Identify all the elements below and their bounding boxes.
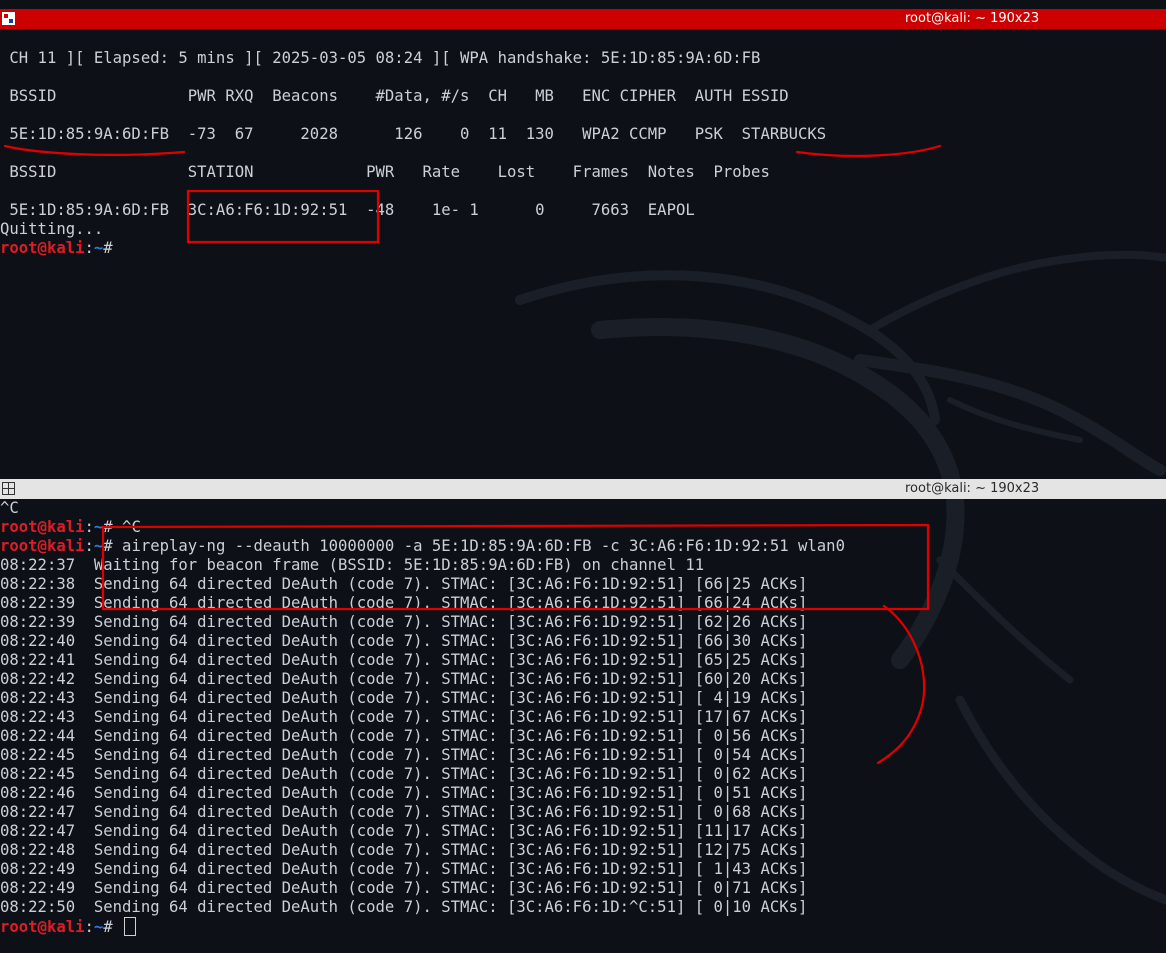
terminal-window-icon	[2, 12, 15, 25]
ctrl-c-line: ^C	[0, 499, 19, 517]
output-line: 08:22:49 Sending 64 directed DeAuth (cod…	[0, 860, 808, 878]
output-line: 08:22:50 Sending 64 directed DeAuth (cod…	[0, 898, 808, 916]
bottom-window-titlebar[interactable]: root@kali: ~ 190x23	[0, 479, 1166, 499]
prompt-hash: #	[103, 518, 113, 536]
bottom-terminal-pane[interactable]: ^C root@kali:~# ^C root@kali:~# aireplay…	[0, 499, 1166, 953]
prompt-path: ~	[93, 518, 104, 536]
output-line: 08:22:49 Sending 64 directed DeAuth (cod…	[0, 879, 808, 897]
split-window-icon	[2, 482, 15, 495]
output-line: 08:22:40 Sending 64 directed DeAuth (cod…	[0, 632, 808, 650]
top-window-titlebar[interactable]: root@kali: ~ 190x23	[0, 9, 1166, 29]
shell-prompt-line: root@kali:~# ^C	[0, 518, 141, 537]
aireplay-command: aireplay-ng --deauth 10000000 -a 5E:1D:8…	[112, 537, 845, 555]
quitting-message: Quitting...	[0, 220, 104, 238]
prompt-hash: #	[103, 239, 113, 257]
output-line: 08:22:45 Sending 64 directed DeAuth (cod…	[0, 746, 808, 764]
prompt-path: ~	[93, 537, 104, 555]
shell-prompt: root@kali:~#	[0, 239, 113, 258]
station-table-header: BSSID STATION PWR Rate Lost Frames Notes…	[0, 163, 770, 181]
output-line: 08:22:42 Sending 64 directed DeAuth (cod…	[0, 670, 808, 688]
ap-table-header: BSSID PWR RXQ Beacons #Data, #/s CH MB E…	[0, 87, 789, 105]
output-line: 08:22:39 Sending 64 directed DeAuth (cod…	[0, 613, 808, 631]
typed-command: ^C	[112, 518, 141, 536]
output-line: 08:22:39 Sending 64 directed DeAuth (cod…	[0, 594, 808, 612]
output-line: 08:22:43 Sending 64 directed DeAuth (cod…	[0, 708, 808, 726]
prompt-user: root@kali	[0, 518, 85, 536]
top-window-title: root@kali: ~ 190x23	[905, 11, 1040, 26]
top-terminal-pane[interactable]: CH 11 ][ Elapsed: 5 mins ][ 2025-03-05 0…	[0, 29, 1166, 479]
prompt-colon: :	[84, 518, 94, 536]
output-line: 08:22:38 Sending 64 directed DeAuth (cod…	[0, 575, 808, 593]
shell-prompt-line: root@kali:~# aireplay-ng --deauth 100000…	[0, 537, 845, 556]
airodump-status-line: CH 11 ][ Elapsed: 5 mins ][ 2025-03-05 0…	[0, 49, 761, 67]
terminal-cursor[interactable]	[124, 917, 137, 936]
prompt-user: root@kali	[0, 239, 85, 257]
output-line: 08:22:37 Waiting for beacon frame (BSSID…	[0, 556, 705, 574]
bottom-window-title: root@kali: ~ 190x23	[905, 481, 1040, 496]
output-line: 08:22:41 Sending 64 directed DeAuth (cod…	[0, 651, 808, 669]
prompt-colon: :	[84, 537, 94, 555]
prompt-colon: :	[84, 239, 94, 257]
prompt-user: root@kali	[0, 537, 85, 555]
output-line: 08:22:46 Sending 64 directed DeAuth (cod…	[0, 784, 808, 802]
prompt-colon: :	[84, 918, 94, 936]
prompt-hash: #	[103, 537, 113, 555]
output-line: 08:22:45 Sending 64 directed DeAuth (cod…	[0, 765, 808, 783]
output-line: 08:22:43 Sending 64 directed DeAuth (cod…	[0, 689, 808, 707]
output-line: 08:22:48 Sending 64 directed DeAuth (cod…	[0, 841, 808, 859]
shell-prompt-line[interactable]: root@kali:~#	[0, 917, 137, 936]
ap-table-row: 5E:1D:85:9A:6D:FB -73 67 2028 126 0 11 1…	[0, 125, 827, 143]
output-line: 08:22:47 Sending 64 directed DeAuth (cod…	[0, 803, 808, 821]
prompt-path: ~	[93, 918, 104, 936]
prompt-path: ~	[93, 239, 104, 257]
station-table-row: 5E:1D:85:9A:6D:FB 3C:A6:F6:1D:92:51 -48 …	[0, 201, 695, 219]
output-line: 08:22:47 Sending 64 directed DeAuth (cod…	[0, 822, 808, 840]
output-line: 08:22:44 Sending 64 directed DeAuth (cod…	[0, 727, 808, 745]
prompt-user: root@kali	[0, 918, 85, 936]
prompt-hash: #	[103, 918, 113, 936]
